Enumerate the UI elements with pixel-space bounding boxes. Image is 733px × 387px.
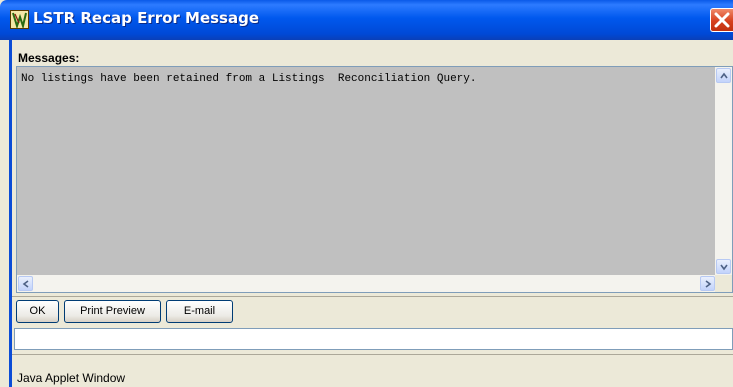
message-text: No listings have been retained from a Li… [21,73,477,85]
vertical-scrollbar[interactable] [715,67,732,275]
ok-button[interactable]: OK [16,300,59,323]
messages-textarea[interactable]: No listings have been retained from a Li… [16,66,733,293]
close-button[interactable] [710,8,733,32]
scroll-left-arrow-icon [22,280,29,288]
window-border [9,40,12,387]
app-logo-icon [10,10,29,29]
scroll-up-button[interactable] [716,68,731,83]
scroll-left-button[interactable] [18,276,33,291]
scroll-right-arrow-icon [705,280,712,288]
print-preview-button[interactable]: Print Preview [64,300,161,323]
horizontal-scrollbar[interactable] [17,275,716,292]
close-icon [714,12,730,28]
scroll-down-arrow-icon [720,264,728,271]
empty-field [14,328,733,350]
scroll-down-button[interactable] [716,259,731,274]
divider [12,296,733,297]
scroll-up-arrow-icon [720,72,728,79]
title-bar[interactable]: LSTR Recap Error Message [0,0,733,40]
scroll-corner [715,275,732,292]
messages-label: Messages: [18,51,80,65]
window-title: LSTR Recap Error Message [33,9,260,27]
scroll-right-button[interactable] [700,276,715,291]
email-button[interactable]: E-mail [166,300,233,323]
status-text: Java Applet Window [17,371,126,385]
status-bar: Java Applet Window [12,354,733,387]
